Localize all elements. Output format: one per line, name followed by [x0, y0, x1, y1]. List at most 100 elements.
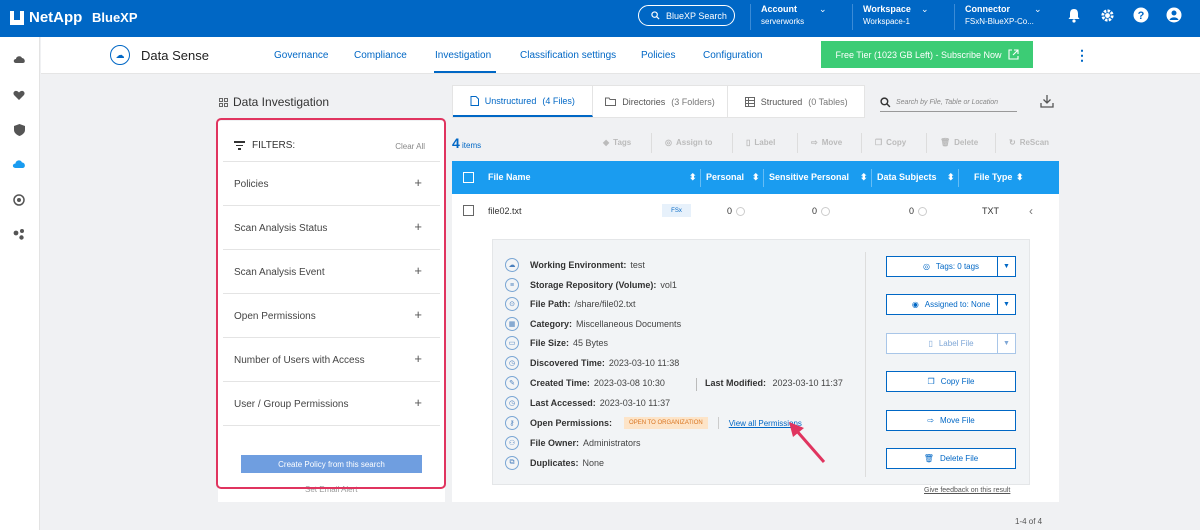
source-badge: FSx: [662, 204, 691, 217]
more-options-icon[interactable]: ⋮: [1075, 47, 1089, 64]
detail-key: Storage Repository (Volume):: [530, 280, 657, 290]
sort-icon[interactable]: ⬍: [689, 172, 697, 183]
detail-value: 2023-03-10 11:38: [608, 358, 680, 368]
sensitive-value: 0: [812, 206, 818, 216]
subscribe-label: Free Tier (1023 GB Left) - Subscribe Now: [835, 49, 1002, 60]
detail-last-modified: Last Modified: 2023-03-10 11:37: [696, 378, 843, 391]
tab-directories[interactable]: Directories (3 Folders): [593, 86, 729, 117]
page-title-text: Data Investigation: [233, 95, 330, 109]
workspace-chevron-down-icon[interactable]: ⌄: [921, 4, 929, 15]
tab-governance[interactable]: Governance: [274, 50, 328, 61]
label-action[interactable]: ▯ Label: [746, 138, 775, 147]
netapp-logo[interactable]: NetApp: [10, 9, 82, 26]
chevron-down-icon[interactable]: ▼: [997, 334, 1015, 353]
bookmark-icon: ▯: [928, 339, 933, 348]
tags-button[interactable]: ◎ Tags: 0 tags ▼: [886, 256, 1016, 277]
divider: [958, 169, 959, 187]
divider: [797, 133, 798, 153]
move-action[interactable]: ⇨ Move: [811, 138, 842, 147]
health-icon[interactable]: [12, 88, 26, 102]
bluexp-search-label: BlueXP Search: [666, 10, 727, 21]
assigned-to-button[interactable]: ◉ Assigned to: None ▼: [886, 294, 1016, 315]
move-file-button[interactable]: ⇨ Move File: [886, 410, 1016, 431]
rescan-action[interactable]: ↻ ReScan: [1009, 138, 1049, 147]
owner-icon: ⚇: [505, 436, 519, 450]
account-chevron-down-icon[interactable]: ⌄: [819, 4, 827, 15]
help-icon[interactable]: ?: [1133, 7, 1149, 23]
button-label: Label File: [938, 339, 974, 348]
detail-open-permissions: ⚷ Open Permissions: OPEN TO ORGANIZATION…: [505, 415, 802, 431]
row-checkbox[interactable]: [463, 205, 474, 216]
account-selector[interactable]: Account serverworks: [761, 4, 804, 26]
user-profile-icon[interactable]: [1166, 7, 1182, 23]
personal-cell: 0: [727, 206, 746, 217]
tags-action[interactable]: ◆ Tags: [603, 138, 631, 147]
tab-count: (3 Folders): [671, 96, 715, 107]
chevron-down-icon[interactable]: ▼: [997, 295, 1015, 314]
location-pin-icon: ⊙: [505, 297, 519, 311]
sort-icon[interactable]: ⬍: [947, 172, 955, 183]
subscribe-button[interactable]: Free Tier (1023 GB Left) - Subscribe Now: [821, 41, 1033, 68]
search-input[interactable]: Search by File, Table or Location: [880, 94, 1017, 112]
info-icon[interactable]: [736, 207, 746, 217]
workspace-title: Workspace: [863, 4, 911, 14]
chevron-down-icon[interactable]: ▼: [997, 257, 1015, 276]
globe-icon[interactable]: [12, 193, 26, 207]
table-header: File Name ⬍ Personal ⬍ Sensitive Persona…: [452, 161, 1059, 194]
tab-label: Structured: [760, 96, 803, 107]
tab-classification-settings[interactable]: Classification settings: [520, 50, 616, 61]
tool-label: Move: [821, 138, 843, 147]
tag-icon: ◎: [922, 262, 930, 271]
column-sensitive-personal[interactable]: Sensitive Personal: [769, 172, 849, 182]
tab-configuration[interactable]: Configuration: [703, 50, 762, 61]
info-icon[interactable]: [918, 207, 928, 217]
collapse-chevron-icon[interactable]: ‹: [1029, 204, 1033, 218]
bell-icon[interactable]: [1066, 7, 1082, 23]
download-icon[interactable]: [1040, 94, 1054, 108]
tab-structured[interactable]: Structured (0 Tables): [728, 86, 864, 117]
file-name-cell[interactable]: file02.txt: [488, 206, 522, 216]
divider: [732, 133, 733, 153]
give-feedback-link[interactable]: Give feedback on this result: [924, 487, 1010, 494]
sort-icon[interactable]: ⬍: [1016, 172, 1024, 183]
search-icon: [880, 97, 891, 108]
column-data-subjects[interactable]: Data Subjects: [877, 172, 937, 182]
tab-policies[interactable]: Policies: [641, 50, 675, 61]
file-type-cell: TXT: [982, 206, 999, 216]
connector-chevron-down-icon[interactable]: ⌄: [1034, 4, 1042, 15]
info-icon[interactable]: [821, 207, 831, 217]
button-label: Move File: [940, 416, 975, 425]
shield-icon[interactable]: [12, 123, 26, 137]
delete-action[interactable]: 🗑 Delete: [940, 138, 978, 147]
gear-icon[interactable]: [1099, 7, 1115, 23]
workspace-selector[interactable]: Workspace Workspace-1: [863, 4, 911, 26]
column-personal[interactable]: Personal: [706, 172, 744, 182]
sort-icon[interactable]: ⬍: [752, 172, 760, 183]
data-sense-icon[interactable]: [12, 157, 26, 171]
detail-key: Category:: [530, 319, 573, 329]
column-file-type[interactable]: File Type: [974, 172, 1012, 182]
folder-icon: ▭: [505, 336, 519, 350]
copy-file-button[interactable]: ❐ Copy File: [886, 371, 1016, 392]
tab-compliance[interactable]: Compliance: [354, 50, 407, 61]
external-link-icon: [1007, 49, 1019, 60]
product-name: BlueXP: [92, 10, 138, 25]
copy-action[interactable]: ❐ Copy: [875, 138, 906, 147]
detail-key: File Size:: [530, 338, 570, 348]
delete-file-button[interactable]: 🗑 Delete File: [886, 448, 1016, 469]
share-icon[interactable]: [12, 227, 26, 241]
assign-to-action[interactable]: ◎ Assign to: [665, 138, 712, 147]
label-file-button[interactable]: ▯ Label File ▼: [886, 333, 1016, 354]
table-row[interactable]: file02.txt FSx 0 0 0 TXT ‹: [452, 194, 1059, 227]
storage-icon[interactable]: [12, 52, 26, 66]
column-file-name[interactable]: File Name: [488, 172, 531, 182]
tag-icon: ◆: [603, 138, 610, 147]
brand-name: NetApp: [29, 9, 83, 26]
bluexp-search-button[interactable]: BlueXP Search: [638, 5, 735, 26]
sensitive-cell: 0: [812, 206, 831, 217]
tab-unstructured[interactable]: Unstructured (4 Files): [453, 86, 593, 117]
connector-selector[interactable]: Connector FSxN-BlueXP-Co...: [965, 4, 1034, 26]
sort-icon[interactable]: ⬍: [860, 172, 868, 183]
tab-investigation[interactable]: Investigation: [435, 50, 491, 61]
select-all-checkbox[interactable]: [463, 172, 474, 183]
